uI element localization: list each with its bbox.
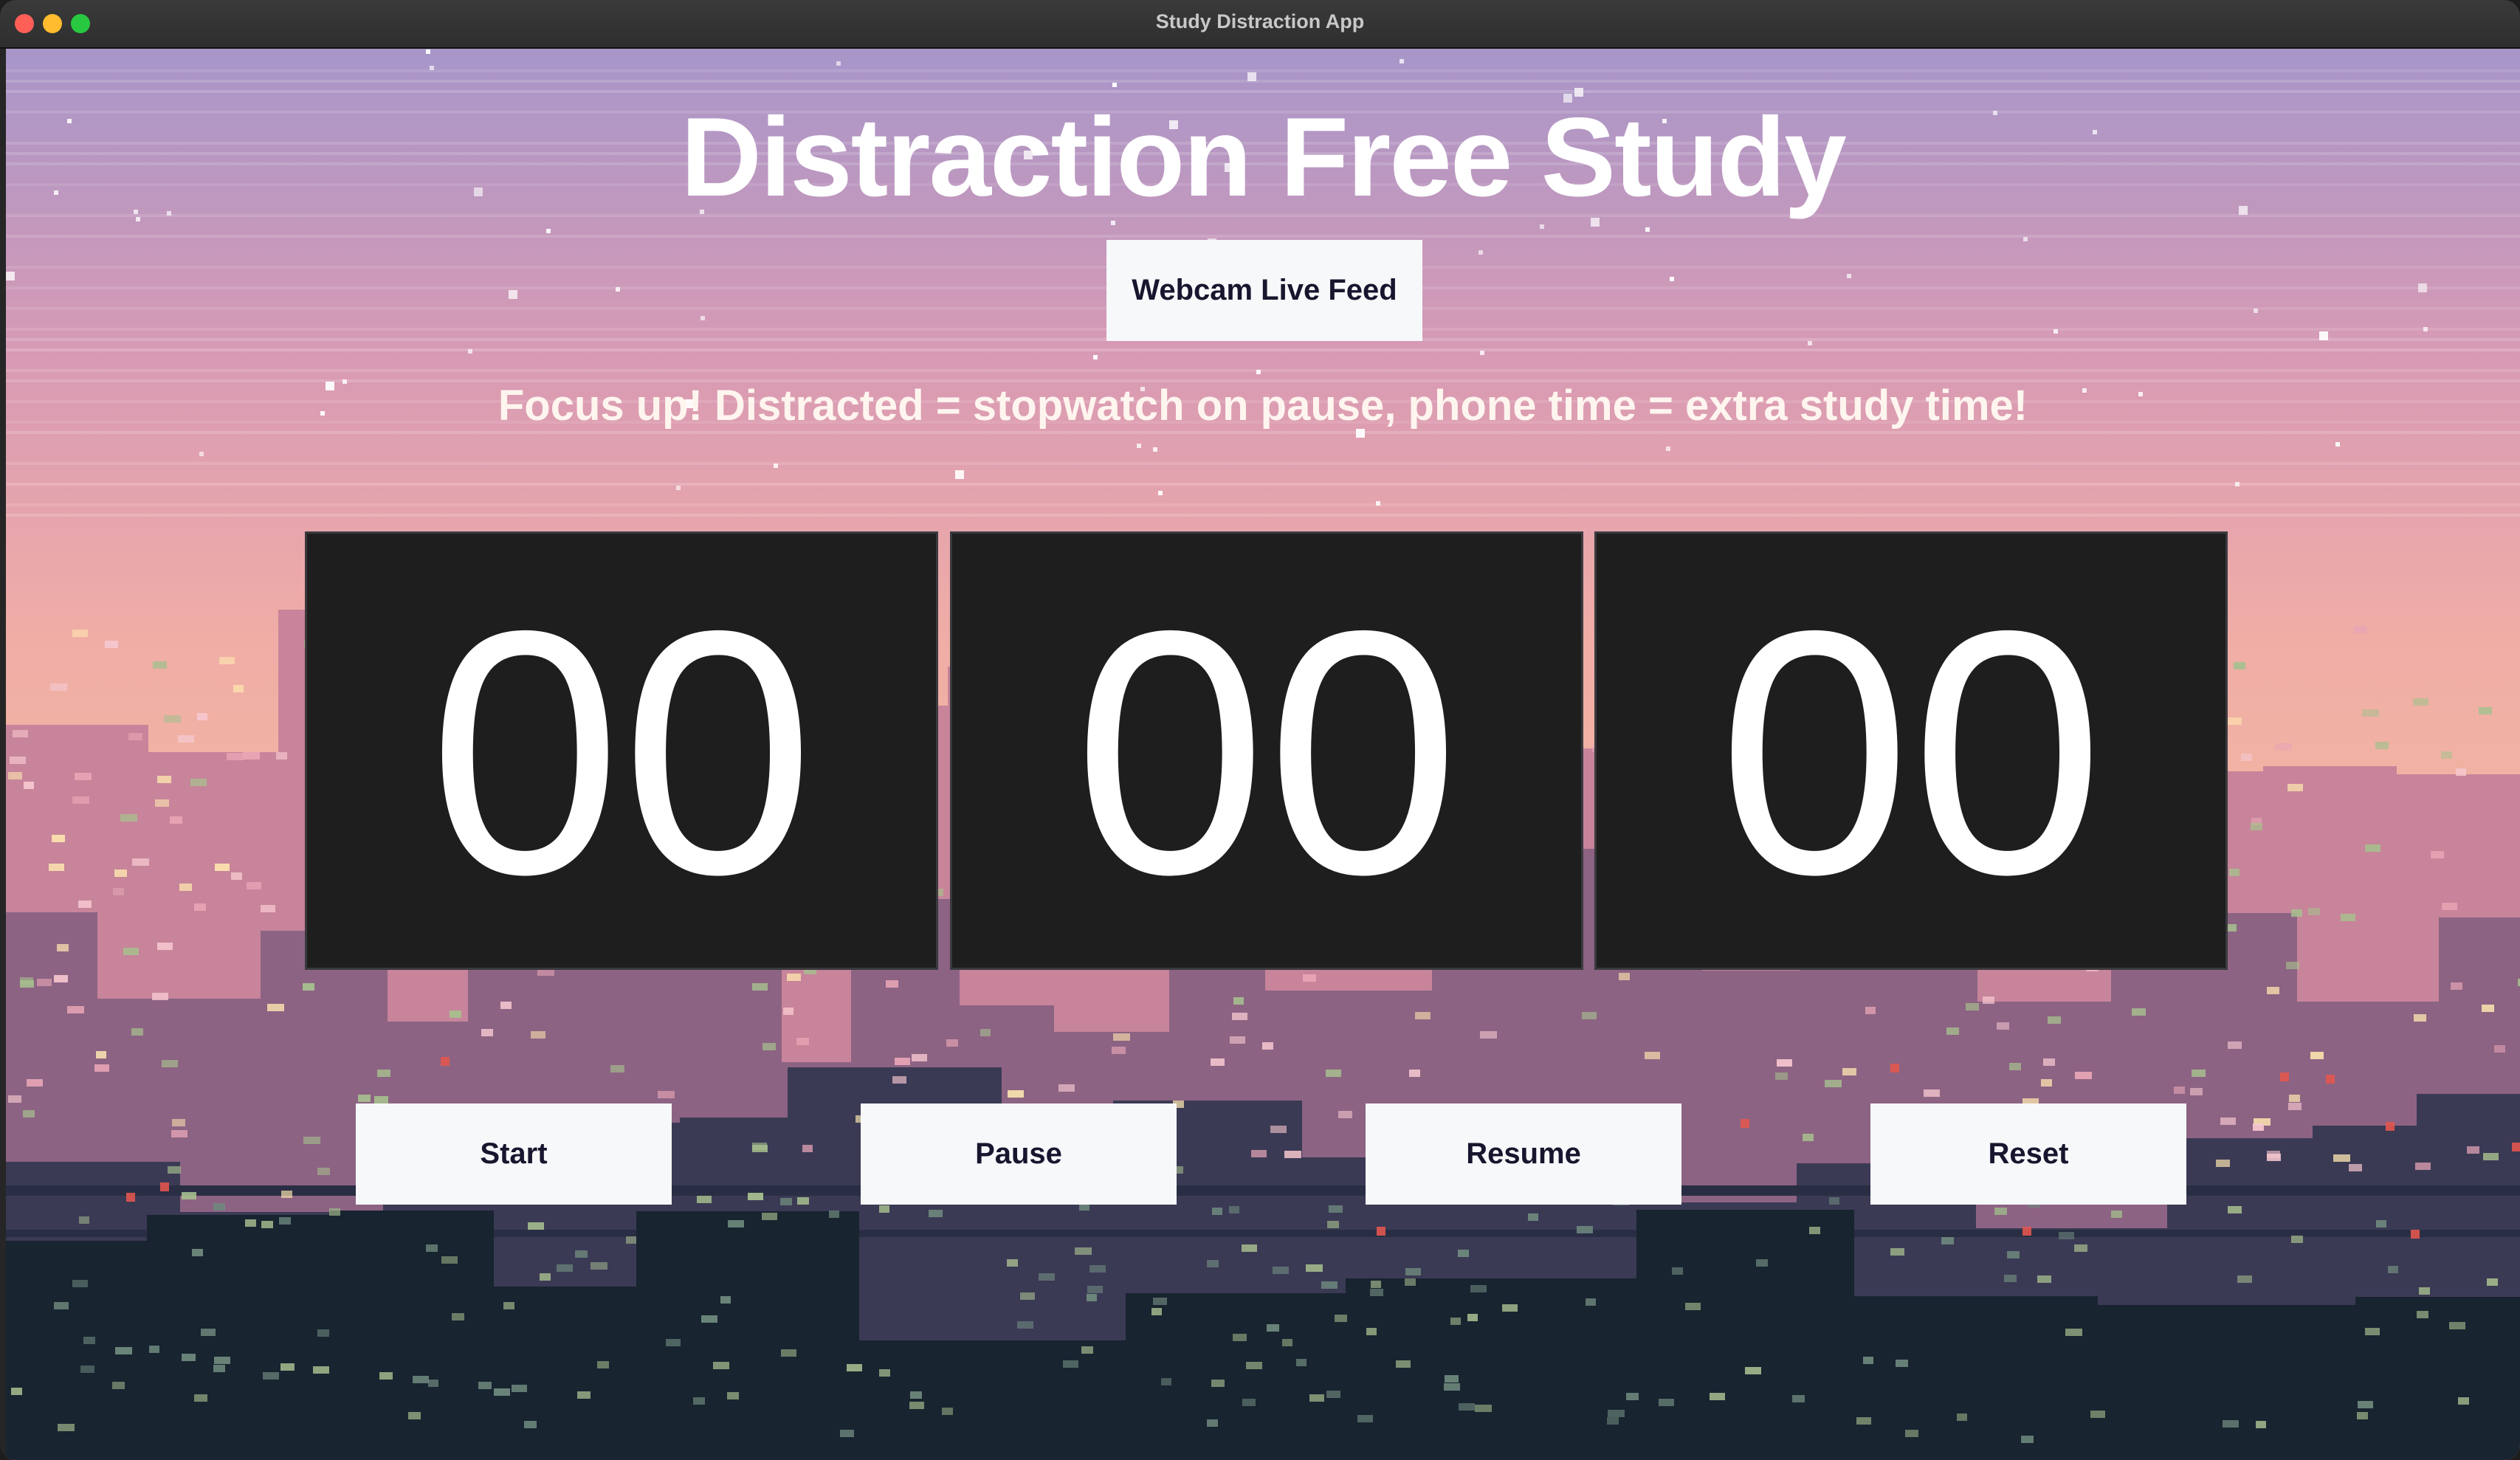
main-content: Distraction Free Study Webcam Live Feed … [6,49,2520,1460]
webcam-live-feed-button[interactable]: Webcam Live Feed [1106,240,1422,341]
app-window: Study Distraction App Distraction Free S… [0,0,2520,1460]
reset-button[interactable]: Reset [1870,1103,2186,1205]
minutes-display: 00 [950,531,1583,970]
start-button[interactable]: Start [356,1103,672,1205]
hours-display: 00 [305,531,938,970]
window-title: Study Distraction App [1155,10,1365,32]
title-bar: Study Distraction App [0,0,2520,49]
seconds-display: 00 [1594,531,2228,970]
resume-button[interactable]: Resume [1366,1103,1681,1205]
pause-button[interactable]: Pause [861,1103,1177,1205]
focus-tagline: Focus up! Distracted = stopwatch on paus… [498,382,2028,430]
page-title: Distraction Free Study [681,94,1847,220]
